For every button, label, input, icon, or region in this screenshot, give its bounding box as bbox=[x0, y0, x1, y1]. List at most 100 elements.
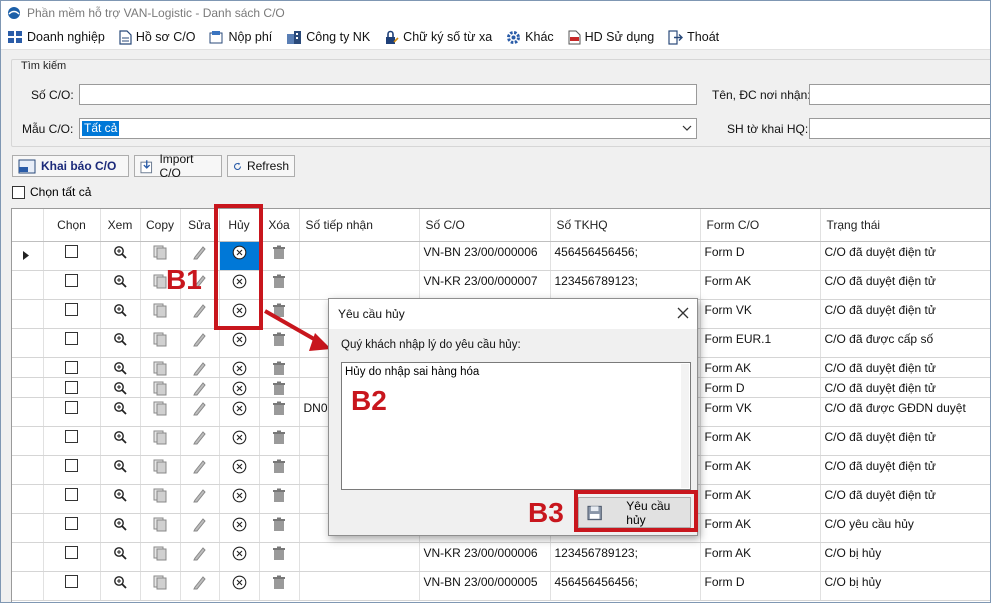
view-cell[interactable] bbox=[100, 328, 141, 358]
view-cell[interactable] bbox=[100, 426, 141, 456]
copy-cell[interactable] bbox=[140, 484, 181, 514]
column-header-so-tkhq[interactable]: Số TKHQ bbox=[550, 209, 701, 242]
view-cell[interactable] bbox=[100, 270, 141, 300]
delete-cell[interactable] bbox=[259, 542, 300, 572]
edit-cell[interactable] bbox=[180, 328, 220, 358]
row-select-checkbox[interactable] bbox=[65, 545, 78, 559]
row-select-checkbox[interactable] bbox=[65, 516, 78, 530]
delete-cell[interactable] bbox=[259, 484, 300, 514]
row-header[interactable] bbox=[12, 357, 44, 378]
select-checkbox-cell[interactable] bbox=[43, 270, 101, 300]
row-select-checkbox[interactable] bbox=[65, 244, 78, 258]
view-cell[interactable] bbox=[100, 241, 141, 271]
select-checkbox-cell[interactable] bbox=[43, 426, 101, 456]
menu-nop-phi[interactable]: Nộp phí bbox=[209, 26, 272, 48]
copy-cell[interactable] bbox=[140, 455, 181, 485]
column-header-so-co[interactable]: Số C/O bbox=[419, 209, 551, 242]
row-select-checkbox[interactable] bbox=[65, 487, 78, 501]
select-checkbox-cell[interactable] bbox=[43, 455, 101, 485]
menu-khac[interactable]: Khác bbox=[506, 26, 554, 48]
select-all-checkbox[interactable] bbox=[12, 185, 25, 199]
co-form-select[interactable]: Tất cả bbox=[79, 118, 697, 139]
delete-cell[interactable] bbox=[259, 397, 300, 427]
row-select-checkbox[interactable] bbox=[65, 574, 78, 588]
row-header[interactable] bbox=[12, 299, 44, 329]
view-cell[interactable] bbox=[100, 571, 141, 601]
import-co-button[interactable]: Import C/O bbox=[134, 152, 222, 180]
cancel-cell[interactable] bbox=[219, 484, 260, 514]
edit-cell[interactable] bbox=[180, 426, 220, 456]
view-cell[interactable] bbox=[100, 377, 141, 398]
menu-cong-ty-nk[interactable]: Công ty NK bbox=[286, 26, 370, 48]
view-cell[interactable] bbox=[100, 357, 141, 378]
copy-cell[interactable] bbox=[140, 328, 181, 358]
view-cell[interactable] bbox=[100, 542, 141, 572]
view-cell[interactable] bbox=[100, 455, 141, 485]
edit-cell[interactable] bbox=[180, 513, 220, 543]
delete-cell[interactable] bbox=[259, 357, 300, 378]
row-header[interactable] bbox=[12, 328, 44, 358]
row-header[interactable] bbox=[12, 397, 44, 427]
menu-doanh-nghiep[interactable]: Doanh nghiệp bbox=[7, 26, 105, 48]
cancel-cell[interactable] bbox=[219, 397, 260, 427]
menu-hd-su-dung[interactable]: HD Sử dụng bbox=[568, 26, 654, 48]
customs-decl-input[interactable] bbox=[809, 118, 990, 139]
view-cell[interactable] bbox=[100, 484, 141, 514]
row-header[interactable] bbox=[12, 455, 44, 485]
delete-cell[interactable] bbox=[259, 270, 300, 300]
edit-cell[interactable] bbox=[180, 377, 220, 398]
row-header[interactable] bbox=[12, 484, 44, 514]
menu-ho-so-co[interactable]: Hồ sơ C/O bbox=[119, 26, 195, 48]
column-header-trang-thai[interactable]: Trạng thái bbox=[820, 209, 990, 242]
row-header[interactable] bbox=[12, 270, 44, 300]
table-row[interactable]: VN-BN 23/00/000005 456456456456; Form D C/O… bbox=[12, 571, 990, 601]
edit-cell[interactable] bbox=[180, 571, 220, 601]
edit-cell[interactable] bbox=[180, 484, 220, 514]
cancel-cell[interactable] bbox=[219, 571, 260, 601]
cancel-reason-textarea[interactable]: Hủy do nhập sai hàng hóa bbox=[341, 362, 691, 490]
cancel-cell[interactable] bbox=[219, 513, 260, 543]
copy-cell[interactable] bbox=[140, 513, 181, 543]
row-header[interactable] bbox=[12, 542, 44, 572]
select-checkbox-cell[interactable] bbox=[43, 513, 101, 543]
column-header-xem[interactable]: Xem bbox=[100, 209, 141, 242]
select-checkbox-cell[interactable] bbox=[43, 397, 101, 427]
select-checkbox-cell[interactable] bbox=[43, 241, 101, 271]
cancel-cell[interactable] bbox=[219, 328, 260, 358]
row-select-checkbox[interactable] bbox=[65, 273, 78, 287]
select-checkbox-cell[interactable] bbox=[43, 571, 101, 601]
row-select-checkbox[interactable] bbox=[65, 360, 78, 374]
menu-chu-ky-so[interactable]: Chữ ký số từ xa bbox=[384, 26, 492, 48]
delete-cell[interactable] bbox=[259, 455, 300, 485]
view-cell[interactable] bbox=[100, 513, 141, 543]
copy-cell[interactable] bbox=[140, 571, 181, 601]
select-checkbox-cell[interactable] bbox=[43, 299, 101, 329]
view-cell[interactable] bbox=[100, 299, 141, 329]
menu-thoat[interactable]: Thoát bbox=[668, 26, 719, 48]
row-select-checkbox[interactable] bbox=[65, 458, 78, 472]
refresh-button[interactable]: Refresh bbox=[227, 155, 295, 177]
copy-cell[interactable] bbox=[140, 299, 181, 329]
cancel-cell[interactable] bbox=[219, 357, 260, 378]
select-checkbox-cell[interactable] bbox=[43, 357, 101, 378]
cancel-cell[interactable] bbox=[219, 426, 260, 456]
column-header-form-co[interactable]: Form C/O bbox=[700, 209, 821, 242]
column-header-chon[interactable]: Chọn bbox=[43, 209, 101, 242]
column-header-copy[interactable]: Copy bbox=[140, 209, 181, 242]
copy-cell[interactable] bbox=[140, 377, 181, 398]
co-number-input[interactable] bbox=[79, 84, 697, 105]
select-checkbox-cell[interactable] bbox=[43, 542, 101, 572]
row-select-checkbox[interactable] bbox=[65, 380, 78, 394]
edit-cell[interactable] bbox=[180, 397, 220, 427]
delete-cell[interactable] bbox=[259, 571, 300, 601]
delete-cell[interactable] bbox=[259, 513, 300, 543]
edit-cell[interactable] bbox=[180, 542, 220, 572]
declare-co-button[interactable]: Khai báo C/O bbox=[12, 155, 129, 177]
row-select-checkbox[interactable] bbox=[65, 429, 78, 443]
delete-cell[interactable] bbox=[259, 241, 300, 271]
cancel-cell[interactable] bbox=[219, 542, 260, 572]
cancel-cell[interactable] bbox=[219, 377, 260, 398]
row-header[interactable] bbox=[12, 513, 44, 543]
select-checkbox-cell[interactable] bbox=[43, 377, 101, 398]
copy-cell[interactable] bbox=[140, 542, 181, 572]
